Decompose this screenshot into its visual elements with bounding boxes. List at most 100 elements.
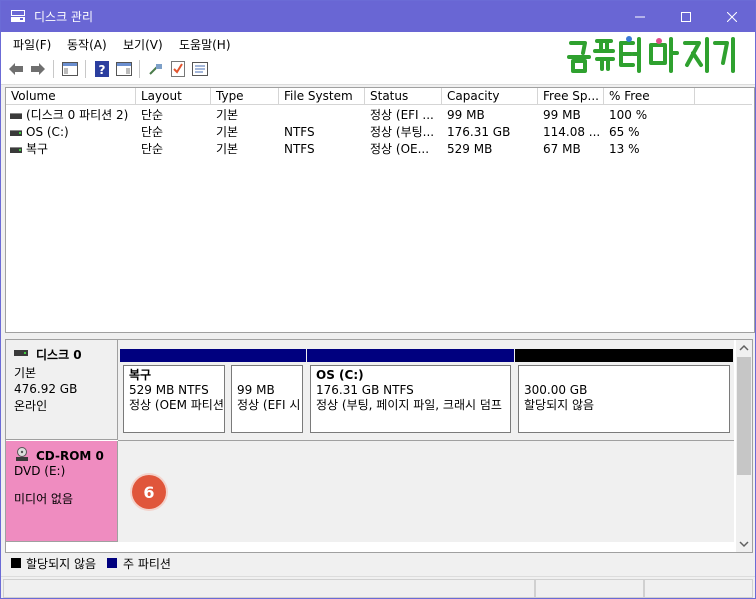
help-button[interactable]: ? — [93, 60, 111, 78]
cell-percent-free: 13 % — [609, 142, 640, 156]
brand-logo — [567, 36, 735, 73]
cell-volume: (디스크 0 파티션 2) — [26, 108, 129, 122]
col-header-filler — [695, 88, 752, 105]
cell-free-space: 67 MB — [543, 142, 581, 156]
back-button[interactable] — [7, 60, 25, 78]
partition-name: 복구 — [129, 368, 152, 382]
partition-size: 300.00 GB — [524, 383, 588, 397]
col-header-type[interactable]: Type — [211, 88, 279, 105]
legend-label-unallocated: 할당되지 않음 — [26, 557, 97, 571]
volume-list[interactable]: Volume Layout Type File System Status Ca… — [5, 87, 755, 333]
cell-free-space: 99 MB — [543, 108, 581, 122]
disk0-type: 기본 — [14, 366, 37, 380]
partition-color-band — [228, 349, 306, 362]
connect-button[interactable] — [147, 60, 165, 78]
disk0-size: 476.92 GB — [14, 382, 78, 396]
status-segment — [644, 579, 753, 598]
scroll-down-icon[interactable] — [739, 539, 749, 549]
cell-status: 정상 (부팅... — [370, 125, 435, 139]
menu-view[interactable]: 보기(V) — [123, 36, 163, 53]
maximize-icon — [681, 11, 691, 22]
partition-legend: 할당되지 않음 주 파티션 — [5, 552, 753, 574]
partition-size: 99 MB — [237, 383, 275, 397]
partition-name — [524, 368, 729, 383]
partition-name — [237, 368, 302, 383]
forward-button[interactable] — [29, 60, 47, 78]
show-hide-action-pane-button[interactable] — [115, 60, 133, 78]
cell-type: 기본 — [216, 142, 239, 156]
partition-color-band — [307, 349, 514, 362]
partition-color-band — [120, 349, 228, 362]
connect-icon — [149, 64, 162, 75]
cell-layout: 단순 — [141, 108, 164, 122]
cell-file-system: NTFS — [284, 142, 315, 156]
col-header-capacity[interactable]: Capacity — [442, 88, 538, 105]
cell-layout: 단순 — [141, 142, 164, 156]
col-header-file-system[interactable]: File System — [279, 88, 365, 105]
step-number-badge: 6 — [132, 475, 166, 509]
cell-capacity: 99 MB — [447, 108, 485, 122]
legend-label-primary: 주 파티션 — [123, 557, 171, 571]
scrollbar-thumb[interactable] — [737, 357, 751, 475]
scroll-up-icon[interactable] — [739, 343, 749, 353]
col-header-percent-free[interactable]: % Free — [604, 88, 695, 105]
partition-unallocated[interactable]: 300.00 GB 할당되지 않음 — [515, 349, 733, 435]
vertical-scrollbar[interactable] — [736, 340, 752, 552]
check-properties-button[interactable] — [169, 60, 187, 78]
partition-size: 529 MB NTFS — [129, 383, 209, 397]
cell-status: 정상 (OE... — [370, 142, 430, 156]
window-title: 디스크 관리 — [34, 10, 94, 24]
hard-disk-icon — [14, 350, 28, 356]
partition-status: 할당되지 않음 — [524, 398, 595, 412]
volume-icon — [10, 147, 22, 153]
partition-color-band — [515, 349, 733, 362]
properties-button[interactable] — [191, 60, 209, 78]
partition-os-c[interactable]: OS (C:) 176.31 GB NTFS 정상 (부팅, 페이지 파일, 크… — [307, 349, 514, 435]
menu-action[interactable]: 동작(A) — [67, 36, 107, 53]
legend-swatch-unallocated — [11, 558, 21, 568]
status-segment — [3, 579, 535, 598]
partition-status: 정상 (부팅, 페이지 파일, 크래시 덤프 — [316, 398, 502, 412]
cell-free-space: 114.08 ... — [543, 125, 601, 139]
maximize-button[interactable] — [663, 1, 709, 32]
cdrom0-media: 미디어 없음 — [14, 492, 74, 506]
col-header-status[interactable]: Status — [365, 88, 442, 105]
table-row[interactable]: OS (C:) 단순 기본 NTFS 정상 (부팅... 176.31 GB 1… — [6, 124, 752, 141]
table-row[interactable]: (디스크 0 파티션 2) 단순 기본 정상 (EFI ... 99 MB 99… — [6, 107, 752, 124]
disk-management-app-icon — [11, 10, 25, 22]
partition-efi[interactable]: 99 MB 정상 (EFI 시 — [228, 349, 306, 435]
volume-icon — [10, 113, 22, 119]
close-button[interactable] — [709, 1, 755, 32]
col-header-free-space[interactable]: Free Sp... — [538, 88, 604, 105]
show-hide-console-tree-button[interactable] — [61, 60, 79, 78]
title-bar: 디스크 관리 — [1, 1, 755, 32]
partition-status: 정상 (OEM 파티션) — [129, 398, 225, 412]
cdrom0-drive: DVD (E:) — [14, 464, 66, 478]
disk0-partitions: 복구 529 MB NTFS 정상 (OEM 파티션) 99 MB 정상 (EF… — [118, 340, 734, 441]
disk0-info[interactable]: 디스크 0 기본 476.92 GB 온라인 — [6, 340, 118, 440]
cell-file-system: NTFS — [284, 125, 315, 139]
disk-management-window: 디스크 관리 파일(F) 동작(A) 보기(V) 도움말(H) ? Volume… — [0, 0, 756, 599]
cell-layout: 단순 — [141, 125, 164, 139]
menu-file[interactable]: 파일(F) — [13, 36, 51, 53]
volume-icon — [10, 130, 22, 136]
cell-volume: OS (C:) — [26, 125, 69, 139]
toolbar-separator — [85, 60, 86, 78]
col-header-layout[interactable]: Layout — [136, 88, 211, 105]
col-header-volume[interactable]: Volume — [6, 88, 136, 105]
partition-recovery[interactable]: 복구 529 MB NTFS 정상 (OEM 파티션) — [120, 349, 228, 435]
minimize-button[interactable] — [617, 1, 663, 32]
status-segment — [535, 579, 644, 598]
cdrom0-area — [118, 441, 734, 542]
cdrom0-name: CD-ROM 0 — [36, 449, 104, 463]
table-row[interactable]: 복구 단순 기본 NTFS 정상 (OE... 529 MB 67 MB 13 … — [6, 141, 752, 158]
disk0-name: 디스크 0 — [36, 348, 82, 362]
cd-rom-icon — [16, 447, 28, 461]
menu-help[interactable]: 도움말(H) — [179, 36, 231, 53]
console-tree-icon — [62, 62, 78, 76]
svg-text:?: ? — [99, 63, 106, 77]
close-icon — [727, 11, 737, 22]
toolbar-separator — [53, 60, 54, 78]
cdrom0-info[interactable]: CD-ROM 0 DVD (E:) 미디어 없음 — [6, 441, 118, 542]
status-bar — [1, 576, 755, 598]
